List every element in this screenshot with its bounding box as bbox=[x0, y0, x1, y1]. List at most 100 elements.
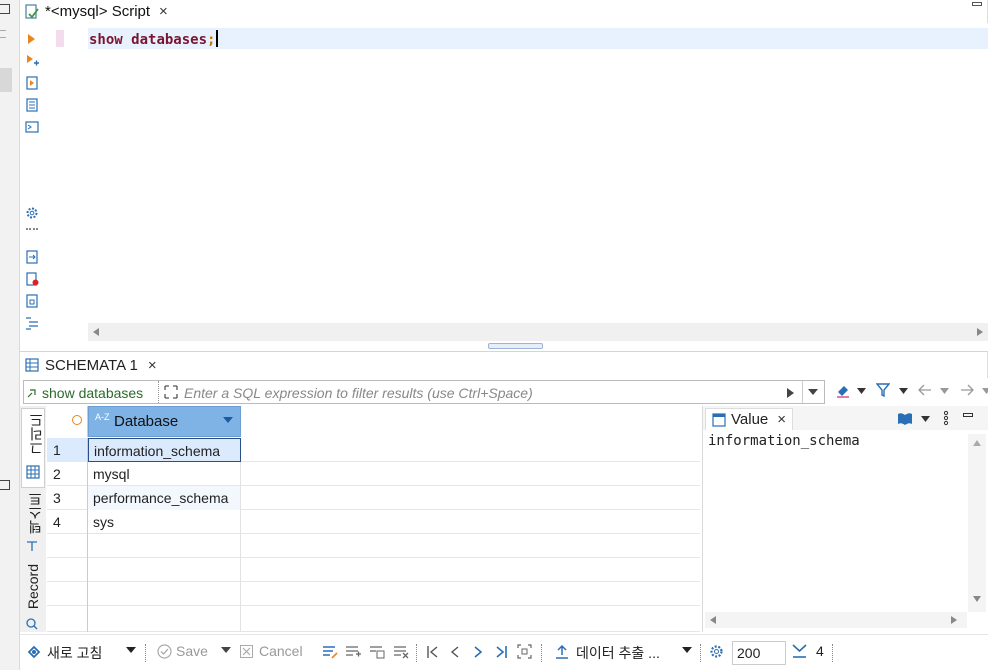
outline-icon[interactable] bbox=[25, 316, 39, 330]
refresh-button[interactable]: 새로 고침 bbox=[47, 643, 102, 663]
load-script-icon[interactable] bbox=[25, 250, 39, 264]
toolbar-divider bbox=[541, 644, 542, 662]
table-cell[interactable]: performance_schema bbox=[88, 486, 241, 510]
forward-arrow-icon[interactable] bbox=[960, 384, 974, 396]
chevron-down-icon[interactable] bbox=[982, 388, 988, 394]
results-bottom-toolbar: 새로 고침 Save Cancel 데이터 추출 ... 200 4 bbox=[20, 634, 988, 670]
table-cell[interactable]: mysql bbox=[88, 462, 241, 486]
export-upload-icon[interactable] bbox=[555, 644, 569, 659]
filter-funnel-icon[interactable] bbox=[876, 383, 890, 397]
row-number[interactable]: 2 bbox=[47, 462, 88, 486]
next-page-icon[interactable] bbox=[473, 645, 483, 659]
filter-history-dropdown-icon[interactable] bbox=[808, 389, 818, 395]
toolbar-divider bbox=[26, 228, 38, 232]
export-dropdown-icon[interactable] bbox=[682, 647, 692, 653]
previous-page-icon[interactable] bbox=[450, 645, 460, 659]
chevron-down-icon[interactable] bbox=[921, 416, 930, 422]
explain-plan-icon[interactable] bbox=[25, 98, 39, 112]
apply-filter-icon[interactable] bbox=[787, 388, 794, 398]
chevron-down-icon[interactable] bbox=[857, 388, 866, 394]
scroll-right-icon[interactable] bbox=[977, 328, 983, 336]
tab-record[interactable]: Record bbox=[21, 562, 45, 630]
execute-statement-icon[interactable] bbox=[25, 32, 39, 46]
chevron-down-icon[interactable] bbox=[899, 388, 908, 394]
editor-results-splitter[interactable] bbox=[20, 342, 988, 350]
edit-cell-icon[interactable] bbox=[322, 645, 338, 659]
fetch-settings-gear-icon[interactable] bbox=[709, 644, 724, 659]
expand-filter-icon[interactable] bbox=[164, 385, 178, 399]
scroll-left-icon[interactable] bbox=[710, 616, 716, 624]
panel-edge-handle bbox=[0, 68, 12, 92]
filter-input[interactable]: show databases Enter a SQL expression to… bbox=[23, 380, 825, 404]
delete-row-icon[interactable] bbox=[393, 645, 409, 659]
copy-row-icon[interactable] bbox=[369, 645, 385, 659]
tab-text[interactable]: 텍스트 bbox=[21, 492, 45, 556]
save-dropdown-icon[interactable] bbox=[221, 647, 231, 653]
select-all-icon[interactable] bbox=[72, 415, 82, 425]
value-horizontal-scrollbar[interactable] bbox=[705, 612, 967, 628]
execute-script-icon[interactable] bbox=[25, 76, 39, 90]
scroll-up-icon[interactable] bbox=[973, 440, 981, 446]
console-icon[interactable] bbox=[25, 120, 39, 134]
tab-value[interactable]: Value × bbox=[705, 408, 794, 430]
filter-query-label[interactable]: show databases bbox=[42, 385, 143, 401]
settings-gear-icon[interactable] bbox=[25, 206, 39, 220]
value-panel-icon bbox=[712, 412, 726, 427]
column-header-database[interactable]: A-Z Database bbox=[88, 406, 241, 437]
results-tab-bar: SCHEMATA 1 × bbox=[20, 351, 988, 378]
results-grid[interactable]: A-Z Database 1 information_schema 2 mysq… bbox=[47, 406, 700, 632]
cancel-button[interactable]: Cancel bbox=[259, 643, 303, 659]
sql-statement[interactable]: show databases; bbox=[89, 30, 218, 48]
table-cell[interactable]: sys bbox=[88, 510, 241, 534]
table-row[interactable]: 2 mysql bbox=[47, 462, 700, 486]
value-vertical-scrollbar[interactable] bbox=[968, 434, 986, 612]
export-script-icon[interactable] bbox=[25, 294, 39, 308]
fetch-size-input[interactable]: 200 bbox=[732, 641, 786, 665]
text-view-icon bbox=[26, 540, 38, 552]
panel-edge-icon bbox=[0, 4, 10, 14]
table-row[interactable]: 4 sys bbox=[47, 510, 700, 534]
table-cell-selected[interactable]: information_schema bbox=[88, 438, 241, 462]
chevron-down-icon[interactable] bbox=[940, 388, 949, 394]
refresh-icon[interactable] bbox=[26, 644, 42, 660]
toolbar-divider bbox=[700, 644, 701, 662]
results-tab-title: SCHEMATA 1 bbox=[45, 356, 138, 374]
scroll-down-icon[interactable] bbox=[973, 596, 981, 602]
tab-mysql-script[interactable]: *<mysql> Script × bbox=[20, 0, 988, 23]
content-viewer-icon[interactable] bbox=[897, 412, 913, 426]
first-page-icon[interactable] bbox=[426, 645, 440, 659]
add-row-icon[interactable] bbox=[345, 645, 361, 659]
eraser-icon[interactable] bbox=[835, 384, 851, 398]
editor-horizontal-scrollbar[interactable] bbox=[88, 323, 988, 341]
close-icon[interactable]: × bbox=[159, 3, 168, 20]
table-row[interactable]: 1 information_schema bbox=[47, 438, 700, 462]
scroll-right-icon[interactable] bbox=[951, 616, 957, 624]
column-sort-dropdown-icon[interactable] bbox=[223, 417, 233, 423]
fetch-all-icon[interactable] bbox=[517, 644, 532, 659]
save-script-error-icon[interactable] bbox=[25, 272, 39, 286]
tab-schemata-1[interactable]: SCHEMATA 1 × bbox=[20, 352, 988, 378]
last-page-icon[interactable] bbox=[494, 645, 508, 659]
filter-placeholder-text: Enter a SQL expression to filter results… bbox=[184, 385, 533, 401]
save-button[interactable]: Save bbox=[176, 643, 208, 659]
export-data-button[interactable]: 데이터 추출 ... bbox=[576, 643, 660, 663]
tab-grid[interactable]: 그리드 bbox=[21, 408, 45, 488]
splitter-grip-icon[interactable] bbox=[488, 343, 543, 349]
row-number-header[interactable] bbox=[47, 406, 88, 437]
record-view-icon bbox=[26, 618, 38, 630]
table-row[interactable]: 3 performance_schema bbox=[47, 486, 700, 510]
row-number[interactable]: 1 bbox=[47, 438, 88, 462]
minimize-icon[interactable] bbox=[972, 2, 982, 6]
refresh-dropdown-icon[interactable] bbox=[126, 647, 136, 653]
row-number[interactable]: 3 bbox=[47, 486, 88, 510]
scroll-left-icon[interactable] bbox=[93, 328, 99, 336]
back-arrow-icon[interactable] bbox=[918, 384, 932, 396]
minimize-icon[interactable] bbox=[963, 413, 973, 417]
close-icon[interactable]: × bbox=[777, 411, 786, 428]
row-number[interactable]: 4 bbox=[47, 510, 88, 534]
close-icon[interactable]: × bbox=[148, 357, 157, 374]
sql-editor[interactable]: show databases; bbox=[44, 24, 988, 324]
execute-new-tab-icon[interactable] bbox=[25, 54, 39, 68]
more-options-icon[interactable] bbox=[943, 410, 949, 426]
value-content[interactable]: information_schema bbox=[708, 433, 860, 449]
